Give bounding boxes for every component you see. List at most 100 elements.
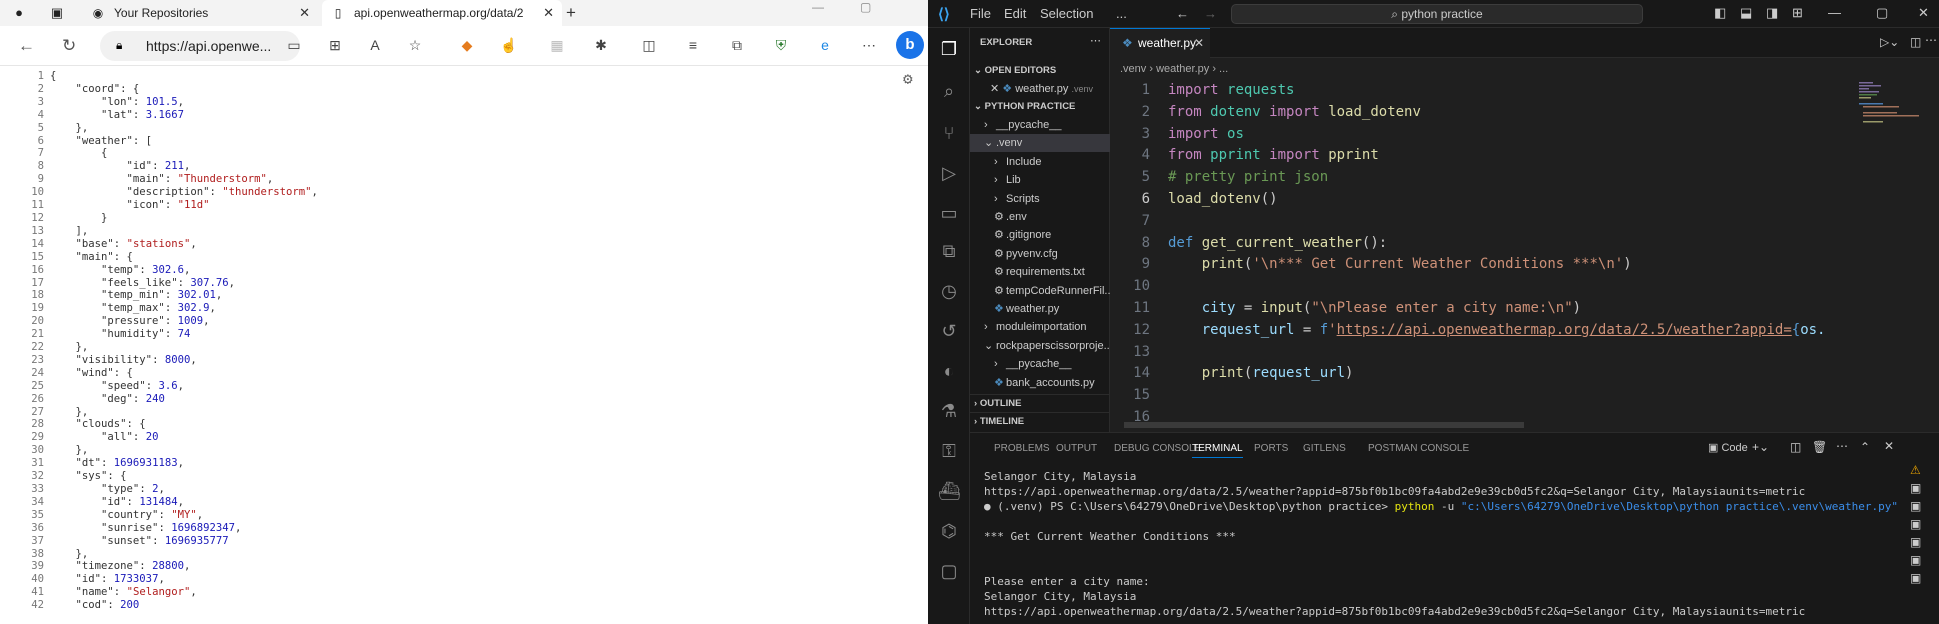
tree-item[interactable]: › __pycache__ (970, 116, 1110, 134)
close-icon[interactable]: ✕ (990, 83, 1002, 95)
tree-item[interactable]: ❖ bank_accounts.py (970, 374, 1110, 392)
apps-icon[interactable]: ⊞ (326, 37, 344, 54)
jupyter-icon[interactable]: ⚿ (938, 440, 960, 462)
tree-item[interactable]: › __pycache__ (970, 355, 1110, 373)
terminal-icon[interactable]: ▣ (1910, 571, 1934, 589)
split-terminal-icon[interactable]: ◫ (1790, 440, 1801, 454)
panel-tab-output[interactable]: OUTPUT (1056, 443, 1097, 454)
tab-actions-icon[interactable]: ▣ (48, 4, 66, 22)
tree-item[interactable]: ⚙ .gitignore (970, 226, 1110, 244)
open-editor-item[interactable]: ✕ ❖ weather.py .venv (970, 80, 1110, 98)
panel-tab-terminal[interactable]: TERMINAL (1192, 443, 1243, 458)
search-icon[interactable]: ⌕ (938, 80, 960, 102)
close-icon[interactable]: ✕ (299, 5, 310, 21)
testing-icon[interactable]: ⚗ (938, 400, 960, 422)
customize-layout-icon[interactable]: ⊞ (1792, 5, 1803, 21)
minimize-icon[interactable]: — (812, 0, 824, 14)
kill-terminal-icon[interactable]: 🗑︎ (1812, 440, 1827, 454)
refresh-icon[interactable]: ↻ (62, 36, 76, 56)
text-icon[interactable]: A (366, 37, 384, 53)
new-tab-icon[interactable]: + (566, 3, 576, 23)
close-icon[interactable]: ✕ (543, 5, 554, 21)
more-actions-icon[interactable]: ⋯ (1925, 33, 1937, 47)
timeline-icon[interactable]: ◷ (938, 280, 960, 302)
minimize-icon[interactable]: — (1828, 5, 1841, 20)
tree-item[interactable]: ⚙ .env (970, 208, 1110, 226)
bing-icon[interactable]: b (896, 31, 924, 59)
touch-icon[interactable]: ☝ (500, 37, 518, 54)
toggle-secondary-sidebar-icon[interactable]: ◨ (1766, 5, 1778, 21)
terminal-icon[interactable]: ▣ (1910, 535, 1934, 553)
breadcrumb[interactable]: .venv › weather.py › ... (1110, 58, 1939, 80)
code-content[interactable]: import requests from dotenv import load_… (1168, 80, 1826, 407)
editor-tab-weather[interactable]: ❖ weather.py ✕ (1110, 28, 1210, 58)
terminal-icon[interactable]: ▣ (1910, 481, 1934, 499)
favorite-star-icon[interactable]: ☆ (406, 37, 424, 54)
more-actions-icon[interactable]: ⋯ (1836, 439, 1848, 453)
minimap[interactable] (1853, 80, 1923, 140)
nav-back-icon[interactable]: ← (1176, 6, 1189, 21)
new-terminal-icon[interactable]: +⌄ (1752, 440, 1769, 454)
python-icon[interactable]: ⌬ (938, 520, 960, 542)
menu-file[interactable]: File (970, 6, 991, 21)
terminal-icon[interactable]: ▣ (1910, 517, 1934, 535)
panel-tab-ports[interactable]: PORTS (1254, 443, 1288, 454)
close-panel-icon[interactable]: ✕ (1884, 439, 1894, 453)
tree-item[interactable]: › moduleimportation (970, 318, 1110, 336)
timeline-header[interactable]: › TIMELINE (970, 412, 1110, 430)
maximize-panel-icon[interactable]: ⌃ (1860, 440, 1870, 454)
menu-edit[interactable]: Edit (1004, 6, 1026, 21)
panel-tab-postman-console[interactable]: POSTMAN CONSOLE (1368, 443, 1469, 454)
profile-icon[interactable]: ● (10, 4, 28, 22)
warning-icon[interactable]: ⚠ (1910, 463, 1934, 481)
toggle-panel-icon[interactable]: ⬓ (1740, 5, 1752, 21)
url-text[interactable]: https://api.openwe... (146, 38, 286, 54)
tree-item[interactable]: ⌄ .venv (970, 134, 1110, 153)
tree-item[interactable]: › Include (970, 153, 1110, 171)
remote-explorer-icon[interactable]: ▭ (938, 202, 960, 224)
split-editor-icon[interactable]: ◫ (1910, 35, 1921, 49)
tree-item[interactable]: ⚙ requirements.txt (970, 263, 1110, 281)
command-center-search[interactable]: ⌕ python practice (1231, 4, 1643, 24)
tree-item[interactable]: ⚙ tempCodeRunnerFil... (970, 282, 1110, 300)
run-icon[interactable]: ▷⌄ (1880, 35, 1899, 49)
terminal-profile[interactable]: ▣ Code (1708, 441, 1748, 454)
tree-item[interactable]: ⚙ pyvenv.cfg (970, 245, 1110, 263)
address-bar[interactable]: 🔒︎ https://api.openwe... (100, 31, 300, 61)
terminal-icon[interactable]: ▣ (1910, 553, 1934, 571)
tree-item[interactable]: ⌄ rockpaperscissorproje... (970, 337, 1110, 355)
read-aloud-icon[interactable]: ▭ (285, 37, 303, 54)
extension-disabled-icon[interactable]: ▦ (548, 37, 566, 54)
docker-icon[interactable]: ⛴ (938, 480, 961, 502)
more-actions-icon[interactable]: ⋯ (1090, 34, 1101, 47)
history-icon[interactable]: ↺ (938, 320, 960, 342)
collections-icon[interactable]: ⧉ (728, 37, 746, 54)
shield-icon[interactable]: ⛨ (772, 37, 790, 54)
close-icon[interactable]: ✕ (1918, 5, 1929, 21)
panel-tab-debug-console[interactable]: DEBUG CONSOLE (1114, 443, 1201, 454)
browser-tab-repositories[interactable]: ◉ Your Repositories ✕ (82, 0, 318, 26)
maximize-icon[interactable]: ▢ (1876, 5, 1888, 21)
extensions-icon[interactable]: ⧉ (938, 240, 960, 262)
terminal-output[interactable]: Selangor City, Malaysia https://api.openw… (984, 469, 1904, 619)
split-screen-icon[interactable]: ◫ (640, 37, 658, 54)
menu-selection[interactable]: Selection (1040, 6, 1093, 21)
gitlens-icon[interactable]: ◐ (938, 360, 960, 382)
close-icon[interactable]: ✕ (1194, 29, 1204, 57)
tree-item[interactable]: ❖ weather.py (970, 300, 1110, 318)
more-icon[interactable]: ⋯ (860, 37, 878, 54)
run-debug-icon[interactable]: ▷ (938, 162, 960, 184)
back-icon[interactable]: ← (18, 36, 35, 56)
maximize-icon[interactable]: ▢ (860, 0, 871, 14)
explorer-icon[interactable]: ❐ (938, 38, 960, 60)
code-editor[interactable]: 1 2 3 4 5 6 7 8 9 10 11 12 13 14 15 16 import requests … (1110, 80, 1825, 430)
source-control-icon[interactable]: ⑂ (938, 122, 960, 144)
terminal-icon[interactable]: ▣ (1910, 499, 1934, 517)
outline-header[interactable]: › OUTLINE (970, 394, 1110, 412)
menu-more[interactable]: ... (1116, 6, 1127, 21)
panel-tab-gitlens[interactable]: GITLENS (1303, 443, 1346, 454)
browser-tab-api[interactable]: ▯ api.openweathermap.org/data/2 ✕ (322, 0, 562, 26)
toggle-sidebar-icon[interactable]: ◧ (1714, 5, 1726, 21)
gear-icon[interactable]: ⚙ (903, 71, 913, 87)
favorites-icon[interactable]: ≡ (684, 37, 702, 53)
